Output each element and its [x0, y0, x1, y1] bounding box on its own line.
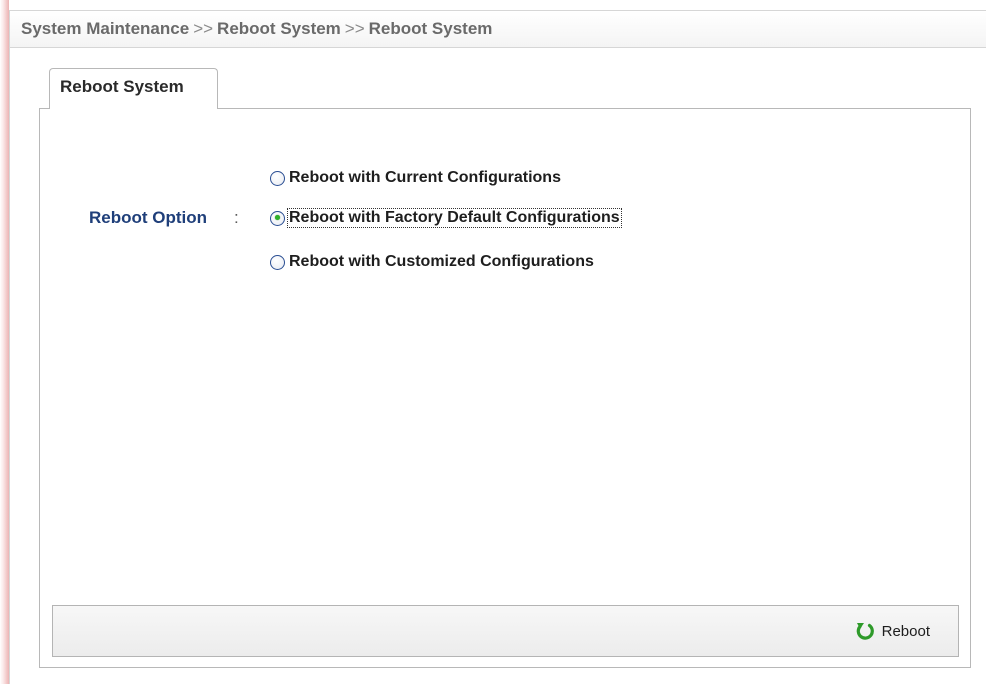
reboot-arrow-icon — [856, 623, 874, 640]
radio-label-customized[interactable]: Reboot with Customized Configurations — [288, 253, 595, 271]
action-bar: Reboot — [52, 605, 959, 657]
breadcrumb-separator: >> — [193, 19, 214, 38]
radio-button-current[interactable] — [270, 170, 285, 186]
reboot-option-label: Reboot Option — [89, 208, 208, 227]
breadcrumb-part-current: Reboot System — [368, 19, 493, 38]
breadcrumb-part-reboot-system: Reboot System — [217, 19, 341, 38]
tab-label: Reboot System — [60, 77, 184, 96]
reboot-option-colon: : — [234, 208, 239, 227]
breadcrumb-part-system-maintenance: System Maintenance — [21, 19, 190, 38]
radio-reboot-factory-default[interactable]: Reboot with Factory Default Configuratio… — [270, 207, 622, 229]
left-accent-strip — [0, 0, 9, 684]
reboot-system-page: System Maintenance >> Reboot System >> Reboo… — [0, 0, 986, 684]
breadcrumb-separator: >> — [344, 19, 365, 38]
reboot-panel — [39, 108, 971, 668]
reboot-button-label: Reboot — [881, 622, 930, 640]
tab-reboot-system[interactable]: Reboot System — [49, 68, 218, 109]
radio-reboot-customized[interactable]: Reboot with Customized Configurations — [270, 251, 595, 273]
radio-button-customized[interactable] — [270, 254, 285, 270]
radio-button-factory-default[interactable] — [270, 210, 285, 226]
radio-label-factory-default[interactable]: Reboot with Factory Default Configuratio… — [287, 208, 622, 228]
reboot-button[interactable]: Reboot — [855, 620, 930, 642]
radio-reboot-current[interactable]: Reboot with Current Configurations — [270, 167, 562, 189]
radio-label-current[interactable]: Reboot with Current Configurations — [288, 169, 562, 187]
breadcrumb: System Maintenance >> Reboot System >> Reboo… — [9, 10, 986, 48]
